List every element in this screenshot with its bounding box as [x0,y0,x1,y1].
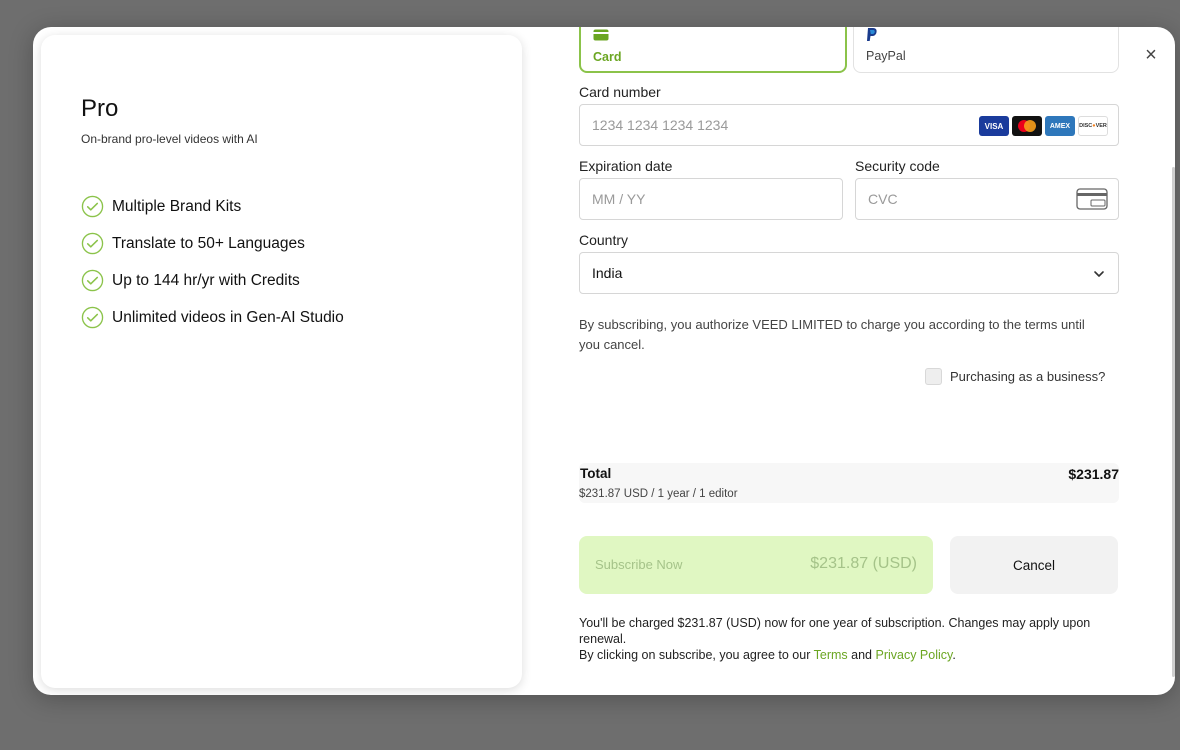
amex-icon: AMEX [1045,116,1075,136]
mastercard-icon [1012,116,1042,136]
agreement-line: By clicking on subscribe, you agree to o… [579,647,1119,663]
expiration-input[interactable]: MM / YY [579,178,843,220]
total-label: Total [580,466,612,481]
credit-card-icon [593,29,609,41]
discover-icon: DISC ● VER [1078,116,1108,136]
subscribe-price: $231.87 (USD) [810,555,917,572]
plan-subtitle: On-brand pro-level videos with AI [81,132,258,146]
card-number-placeholder: 1234 1234 1234 1234 [592,117,729,133]
business-checkbox-row[interactable]: Purchasing as a business? [925,368,1105,385]
feature-label: Up to 144 hr/yr with Credits [112,271,300,289]
feature-item: Multiple Brand Kits [81,188,344,225]
security-code-input[interactable]: CVC [855,178,1119,220]
agreement-and: and [851,648,872,662]
subscribe-button[interactable]: Subscribe Now $231.87 (USD) [579,536,933,594]
charge-notice: You'll be charged $231.87 (USD) now for … [579,616,1091,646]
feature-label: Multiple Brand Kits [112,197,242,215]
cancel-button[interactable]: Cancel [950,536,1118,594]
expiration-label: Expiration date [579,158,673,174]
total-detail: $231.87 USD / 1 year / 1 editor [579,488,738,500]
agreement-prefix: By clicking on subscribe, you agree to o… [579,648,811,662]
expiration-placeholder: MM / YY [592,191,646,207]
check-circle-icon [81,306,104,329]
checkout-modal: Pro On-brand pro-level videos with AI Mu… [33,27,1175,695]
tab-card-label: Card [593,50,622,64]
check-circle-icon [81,195,104,218]
subscribe-label: Subscribe Now [595,557,683,572]
total-summary: Total $231.87 $231.87 USD / 1 year / 1 e… [579,463,1119,503]
paypal-icon [867,28,877,41]
tab-paypal[interactable]: PayPal [853,27,1119,73]
plan-title: Pro [81,95,119,122]
business-checkbox-label: Purchasing as a business? [950,369,1106,384]
authorization-text: By subscribing, you authorize VEED LIMIT… [579,317,1085,352]
feature-list: Multiple Brand Kits Translate to 50+ Lan… [81,188,344,336]
privacy-policy-link[interactable]: Privacy Policy [875,648,952,662]
business-checkbox[interactable] [925,368,942,385]
feature-label: Unlimited videos in Gen-AI Studio [112,308,344,326]
feature-label: Translate to 50+ Languages [112,234,305,252]
feature-item: Up to 144 hr/yr with Credits [81,262,344,299]
country-select[interactable]: India [579,252,1119,294]
scrollbar[interactable] [1172,167,1175,677]
card-number-label: Card number [579,84,661,100]
security-code-label: Security code [855,158,940,174]
chevron-down-icon [1094,271,1104,277]
fineprint: You'll be charged $231.87 (USD) now for … [579,615,1119,663]
total-amount: $231.87 [1068,466,1119,482]
terms-link[interactable]: Terms [814,648,848,662]
check-circle-icon [81,269,104,292]
country-value: India [592,265,623,281]
card-number-input[interactable]: 1234 1234 1234 1234 VISA AMEX DISC ● VER [579,104,1119,146]
cvc-card-icon [1076,188,1108,210]
country-label: Country [579,232,629,248]
close-icon[interactable]: × [1142,45,1160,65]
security-code-placeholder: CVC [868,191,898,207]
tab-card[interactable]: Card [579,27,847,73]
feature-item: Translate to 50+ Languages [81,225,344,262]
tab-paypal-label: PayPal [866,49,906,63]
visa-icon: VISA [979,116,1009,136]
card-brands: VISA AMEX DISC ● VER [979,116,1108,136]
agreement-suffix: . [952,648,956,662]
plan-summary-card: Pro On-brand pro-level videos with AI Mu… [41,35,522,688]
feature-item: Unlimited videos in Gen-AI Studio [81,299,344,336]
check-circle-icon [81,232,104,255]
